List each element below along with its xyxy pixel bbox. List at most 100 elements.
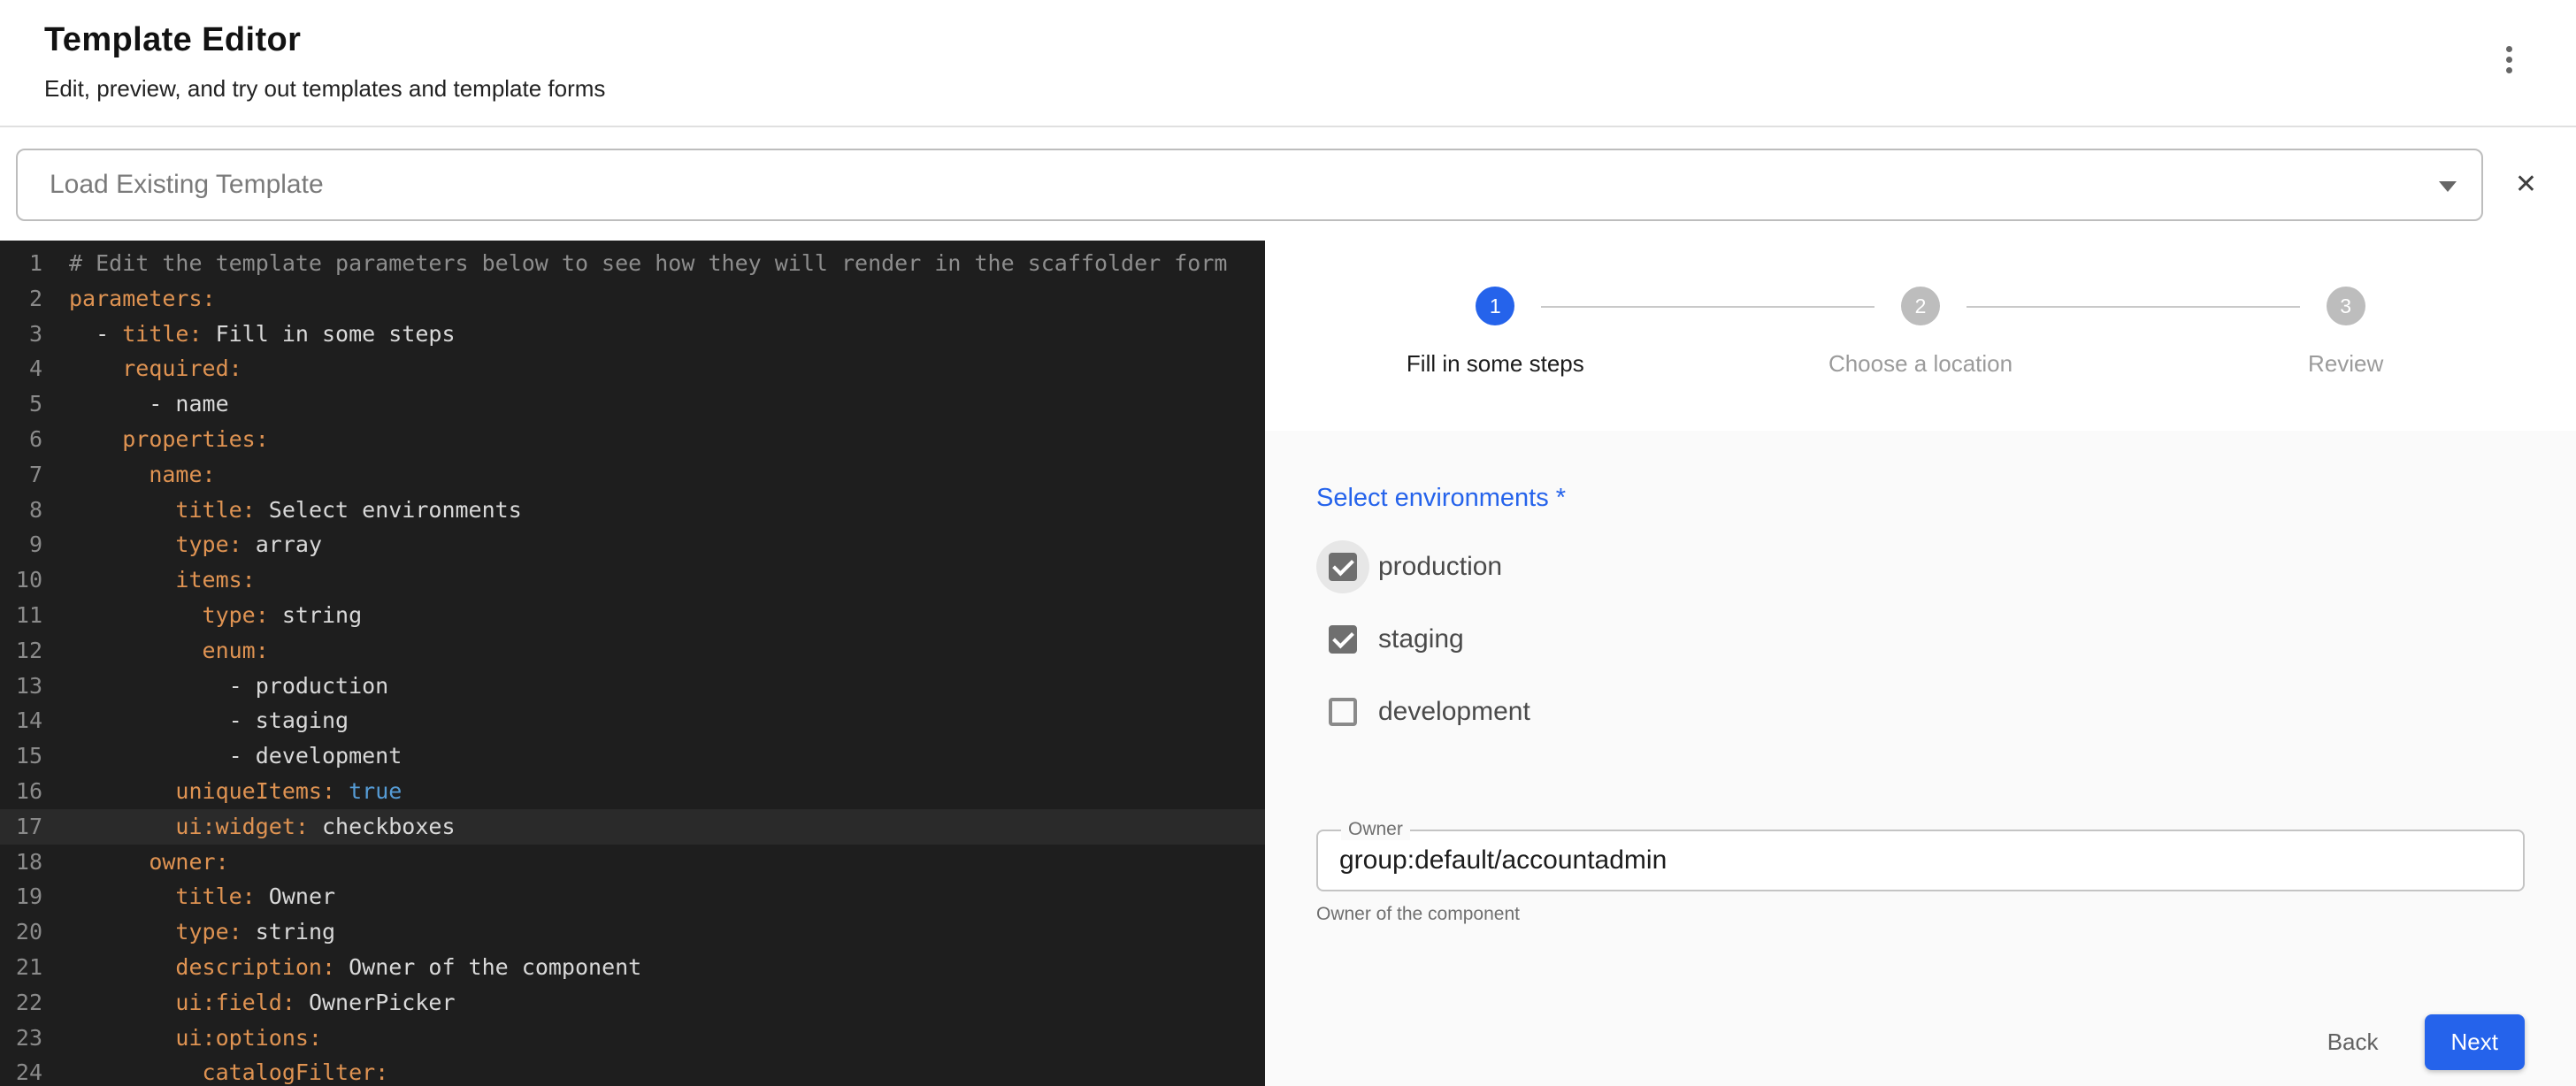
code-line-7[interactable]: 7 name: xyxy=(0,457,1265,493)
code-text: owner: xyxy=(42,845,229,880)
line-number: 8 xyxy=(0,493,42,528)
page-header: Template Editor Edit, preview, and try o… xyxy=(0,0,2576,127)
checkbox-checked-icon[interactable] xyxy=(1329,625,1357,654)
code-text: enum: xyxy=(42,633,269,669)
code-line-6[interactable]: 6 properties: xyxy=(0,422,1265,457)
code-line-5[interactable]: 5 - name xyxy=(0,386,1265,422)
line-number: 10 xyxy=(0,562,42,598)
step-1-label: Fill in some steps xyxy=(1407,350,1584,378)
wizard-actions: Back Next xyxy=(1316,1014,2525,1070)
code-text: ui:options: xyxy=(42,1021,322,1056)
code-text: catalogFilter: xyxy=(42,1055,388,1086)
checkbox-row-staging[interactable]: staging xyxy=(1316,603,2525,676)
line-number: 15 xyxy=(0,738,42,774)
line-number: 17 xyxy=(0,809,42,845)
line-number: 2 xyxy=(0,281,42,317)
page-header-text: Template Editor Edit, preview, and try o… xyxy=(44,21,605,103)
code-line-14[interactable]: 14 - staging xyxy=(0,703,1265,738)
checkbox-label-production: production xyxy=(1378,552,1502,582)
code-line-11[interactable]: 11 type: string xyxy=(0,598,1265,633)
checkbox-ripple xyxy=(1316,685,1369,738)
code-line-20[interactable]: 20 type: string xyxy=(0,914,1265,950)
owner-field[interactable]: Owner xyxy=(1316,830,2525,891)
line-number: 14 xyxy=(0,703,42,738)
code-text: - staging xyxy=(42,703,349,738)
caret-down-icon xyxy=(2439,181,2457,192)
load-template-placeholder: Load Existing Template xyxy=(50,170,324,200)
checkbox-unchecked-icon[interactable] xyxy=(1329,698,1357,726)
template-form: Select environments * production staging… xyxy=(1265,431,2576,1086)
line-number: 18 xyxy=(0,845,42,880)
owner-input[interactable] xyxy=(1318,845,2523,876)
code-line-10[interactable]: 10 items: xyxy=(0,562,1265,598)
page-title: Template Editor xyxy=(44,21,605,59)
close-icon[interactable]: ✕ xyxy=(2504,164,2548,205)
code-text: - name xyxy=(42,386,229,422)
code-line-4[interactable]: 4 required: xyxy=(0,351,1265,386)
code-line-16[interactable]: 16 uniqueItems: true xyxy=(0,774,1265,809)
code-line-19[interactable]: 19 title: Owner xyxy=(0,879,1265,914)
more-options-icon[interactable] xyxy=(2492,35,2526,84)
code-text: - title: Fill in some steps xyxy=(42,317,456,352)
checkbox-row-development[interactable]: development xyxy=(1316,676,2525,748)
code-line-23[interactable]: 23 ui:options: xyxy=(0,1021,1265,1056)
code-text: uniqueItems: true xyxy=(42,774,402,809)
line-number: 5 xyxy=(0,386,42,422)
code-line-2[interactable]: 2parameters: xyxy=(0,281,1265,317)
code-editor[interactable]: 1# Edit the template parameters below to… xyxy=(0,241,1265,1086)
code-text: - development xyxy=(42,738,402,774)
code-line-1[interactable]: 1# Edit the template parameters below to… xyxy=(0,246,1265,281)
code-line-12[interactable]: 12 enum: xyxy=(0,633,1265,669)
step-fill-in-some-steps[interactable]: 1 Fill in some steps xyxy=(1283,287,1708,378)
code-text: title: Owner xyxy=(42,879,335,914)
code-text: type: string xyxy=(42,598,362,633)
code-text: required: xyxy=(42,351,242,386)
owner-helper-text: Owner of the component xyxy=(1316,904,2525,925)
step-1-badge: 1 xyxy=(1476,287,1514,325)
step-choose-a-location[interactable]: 2 Choose a location xyxy=(1708,287,2134,378)
code-line-24[interactable]: 24 catalogFilter: xyxy=(0,1055,1265,1086)
code-text: # Edit the template parameters below to … xyxy=(42,246,1227,281)
preview-panel: 1 Fill in some steps 2 Choose a location… xyxy=(1265,241,2576,1086)
step-review[interactable]: 3 Review xyxy=(2133,287,2558,378)
code-text: items: xyxy=(42,562,256,598)
group-label-text: Select environments xyxy=(1316,484,1549,512)
line-number: 4 xyxy=(0,351,42,386)
code-line-18[interactable]: 18 owner: xyxy=(0,845,1265,880)
select-environments-label: Select environments * xyxy=(1316,484,2525,513)
owner-field-wrap: Owner Owner of the component xyxy=(1316,830,2525,925)
step-connector xyxy=(1541,306,1874,308)
line-number: 24 xyxy=(0,1055,42,1086)
code-line-13[interactable]: 13 - production xyxy=(0,669,1265,704)
code-text: - production xyxy=(42,669,388,704)
code-lines: 1# Edit the template parameters below to… xyxy=(0,246,1265,1086)
line-number: 6 xyxy=(0,422,42,457)
code-line-8[interactable]: 8 title: Select environments xyxy=(0,493,1265,528)
code-text: ui:widget: checkboxes xyxy=(42,809,456,845)
code-line-9[interactable]: 9 type: array xyxy=(0,527,1265,562)
load-template-select[interactable]: Load Existing Template xyxy=(16,149,2483,221)
stepper: 1 Fill in some steps 2 Choose a location… xyxy=(1265,241,2576,378)
line-number: 16 xyxy=(0,774,42,809)
checkbox-row-production[interactable]: production xyxy=(1316,531,2525,603)
step-connector xyxy=(1966,306,2300,308)
page-subtitle: Edit, preview, and try out templates and… xyxy=(44,75,605,103)
main-content: 1 # Edit the template parameters below to… xyxy=(0,241,2576,1086)
line-number: 3 xyxy=(0,317,42,352)
next-button[interactable]: Next xyxy=(2425,1014,2525,1070)
code-line-21[interactable]: 21 description: Owner of the component xyxy=(0,950,1265,985)
code-line-17[interactable]: 17 ui:widget: checkboxes xyxy=(0,809,1265,845)
checkbox-checked-icon[interactable] xyxy=(1329,553,1357,581)
code-line-3[interactable]: 3 - title: Fill in some steps xyxy=(0,317,1265,352)
line-number: 19 xyxy=(0,879,42,914)
checkbox-label-development: development xyxy=(1378,697,1530,727)
back-button[interactable]: Back xyxy=(2310,1016,2396,1068)
code-line-15[interactable]: 15 - development xyxy=(0,738,1265,774)
line-number: 13 xyxy=(0,669,42,704)
step-2-badge: 2 xyxy=(1901,287,1940,325)
code-text: ui:field: OwnerPicker xyxy=(42,985,456,1021)
line-number: 22 xyxy=(0,985,42,1021)
line-number: 11 xyxy=(0,598,42,633)
line-number: 7 xyxy=(0,457,42,493)
code-line-22[interactable]: 22 ui:field: OwnerPicker xyxy=(0,985,1265,1021)
